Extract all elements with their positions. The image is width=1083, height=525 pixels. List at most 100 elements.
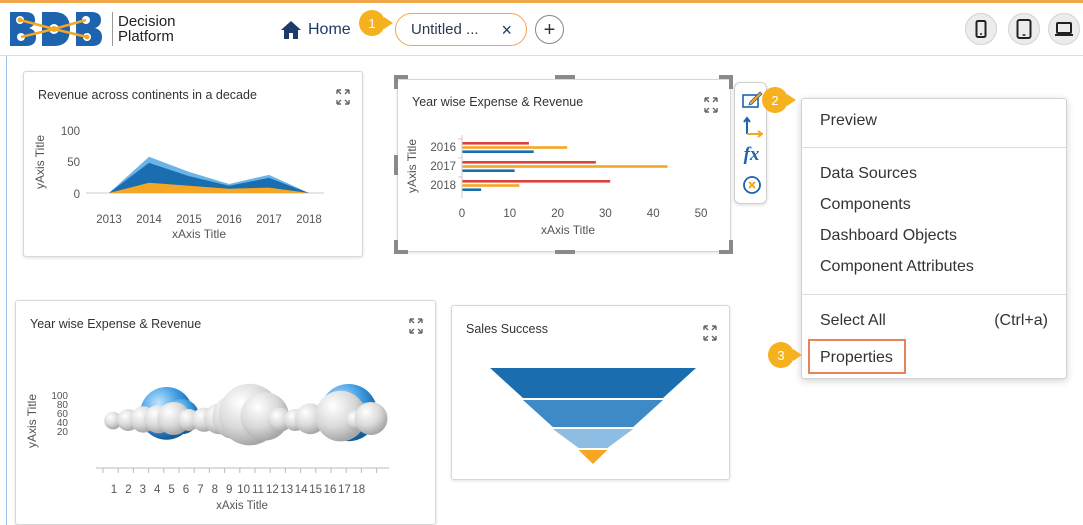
bar-2018-2: [462, 188, 482, 191]
menu-item-component-attributes[interactable]: Component Attributes: [820, 258, 974, 276]
x-tick-label: 5: [168, 484, 174, 496]
remove-widget-button[interactable]: [735, 171, 768, 199]
area-chart[interactable]: 2013 2014 2015 2016 2017 2018 100 50 0 xAxis Titl…: [24, 72, 364, 258]
menu-divider: [802, 147, 1066, 148]
select-all-shortcut: (Ctrl+a): [994, 312, 1048, 329]
x-tick-label: 4: [154, 484, 161, 496]
y-tick-label: 2016: [430, 142, 456, 154]
canvas-guide-line: [6, 56, 7, 525]
app-logo[interactable]: Decision Platform: [8, 8, 188, 50]
menu-item-preview[interactable]: Preview: [820, 112, 877, 130]
top-accent-line: [0, 0, 1083, 3]
selection-handle-left[interactable]: [394, 155, 398, 175]
brand-name: Decision Platform: [118, 14, 176, 44]
widget-bar-chart[interactable]: Year wise Expense & Revenue 2016 2017 2018…: [397, 79, 731, 252]
tab-untitled[interactable]: Untitled ... ×: [395, 13, 527, 46]
mobile-view-button[interactable]: [965, 13, 997, 45]
x-tick-label: 14: [295, 484, 308, 496]
top-bar: Decision Platform Home 1 Untitled ... × …: [0, 0, 1083, 56]
menu-divider: [802, 294, 1066, 295]
home-button[interactable]: Home: [280, 18, 351, 42]
menu-item-select-all[interactable]: Select All: [820, 312, 886, 330]
tablet-icon: [1016, 19, 1032, 39]
y-axis-title: yAxis Title: [33, 135, 47, 189]
bubble-gray-17: [354, 402, 388, 435]
logo-separator: [112, 12, 113, 46]
x-tick-label: 11: [252, 484, 264, 496]
bar-2018-1: [462, 184, 520, 187]
axis-settings-button[interactable]: [735, 113, 768, 141]
x-axis-title: xAxis Title: [541, 223, 595, 237]
x-tick-label: 2: [125, 484, 131, 496]
funnel-chart[interactable]: [452, 306, 731, 481]
callout-badge-2: 2: [762, 87, 796, 113]
edit-chart-icon: [741, 91, 763, 108]
x-tick-label: 50: [695, 208, 708, 220]
x-tick-label: 1: [111, 484, 117, 496]
brand-line-1: Decision: [118, 13, 176, 30]
tab-label: Untitled ...: [411, 21, 479, 38]
funnel-segment-2: [552, 429, 634, 448]
y-tick-label: 2017: [430, 161, 456, 173]
selection-handle-corner-bl[interactable]: [394, 250, 408, 254]
x-tick-label: 8: [212, 484, 218, 496]
tablet-view-button[interactable]: [1008, 13, 1040, 45]
funnel-segment-1: [522, 400, 664, 427]
y-tick-label: 0: [74, 189, 80, 201]
x-tick-label: 7: [197, 484, 203, 496]
widget-bubble-chart[interactable]: Year wise Expense & Revenue 1 2 3 4 5 6 7 8 9 10 1…: [15, 300, 436, 525]
selection-handle-bottom[interactable]: [555, 250, 575, 254]
bar-2016-1: [462, 146, 568, 149]
context-menu: Preview Data Sources Components Dashboar…: [801, 98, 1067, 379]
mobile-icon: [975, 20, 987, 38]
logo-mark-icon: [10, 12, 102, 46]
widget-area-chart[interactable]: Revenue across continents in a decade 20…: [23, 71, 363, 257]
bar-2017-0: [462, 161, 596, 164]
x-tick-label: 15: [309, 484, 322, 496]
x-tick-label: 2016: [216, 214, 242, 226]
x-tick-label: 2015: [176, 214, 202, 226]
x-tick-label: 13: [280, 484, 293, 496]
bubble-chart[interactable]: 1 2 3 4 5 6 7 8 9 10 11 12 13 14 15 16 17 1810080604020xA…: [16, 301, 437, 525]
menu-item-data-sources[interactable]: Data Sources: [820, 165, 917, 183]
home-icon: [281, 21, 301, 39]
selection-handle-corner-tr-v[interactable]: [729, 75, 733, 89]
bar-2016-0: [462, 142, 529, 145]
menu-item-properties[interactable]: Properties: [820, 349, 893, 367]
bar-chart[interactable]: 2016 2017 2018 0 10 20 30 40 50 xAxis Title yAxis …: [398, 80, 732, 253]
x-axis-title: xAxis Title: [216, 500, 268, 512]
tab-close-icon[interactable]: ×: [501, 20, 512, 41]
x-tick-label: 9: [226, 484, 232, 496]
x-tick-label: 2018: [296, 214, 322, 226]
y-axis-title: yAxis Title: [25, 394, 39, 448]
x-tick-label: 6: [183, 484, 189, 496]
x-tick-label: 0: [459, 208, 465, 220]
axis-icon: [742, 116, 763, 138]
selection-handle-corner-tl-v[interactable]: [394, 75, 398, 89]
x-tick-label: 12: [266, 484, 279, 496]
x-tick-label: 18: [352, 484, 365, 496]
bar-2017-2: [462, 169, 515, 172]
x-tick-label: 16: [324, 484, 337, 496]
x-tick-label: 40: [647, 208, 660, 220]
y-tick-label: 50: [67, 157, 80, 169]
widget-funnel-chart[interactable]: Sales Success: [451, 305, 730, 480]
fx-icon[interactable]: fx: [735, 141, 768, 169]
selection-handle-corner-br-v[interactable]: [729, 240, 733, 254]
laptop-view-button[interactable]: [1048, 13, 1080, 45]
y-tick-label: 2018: [430, 180, 456, 192]
callout-badge-1: 1: [359, 10, 393, 36]
x-tick-label: 2013: [96, 214, 122, 226]
x-tick-label: 10: [237, 484, 250, 496]
x-tick-label: 2017: [256, 214, 282, 226]
menu-item-components[interactable]: Components: [820, 196, 911, 214]
selection-handle-top[interactable]: [555, 75, 575, 79]
menu-item-dashboard-objects[interactable]: Dashboard Objects: [820, 227, 957, 245]
x-axis-title: xAxis Title: [172, 227, 226, 241]
add-tab-button[interactable]: +: [535, 15, 564, 44]
funnel-segment-0: [490, 368, 696, 398]
y-axis-title: yAxis Title: [405, 139, 419, 193]
y-tick-label: 100: [61, 126, 80, 138]
home-label: Home: [308, 21, 351, 38]
remove-icon: [742, 176, 761, 194]
